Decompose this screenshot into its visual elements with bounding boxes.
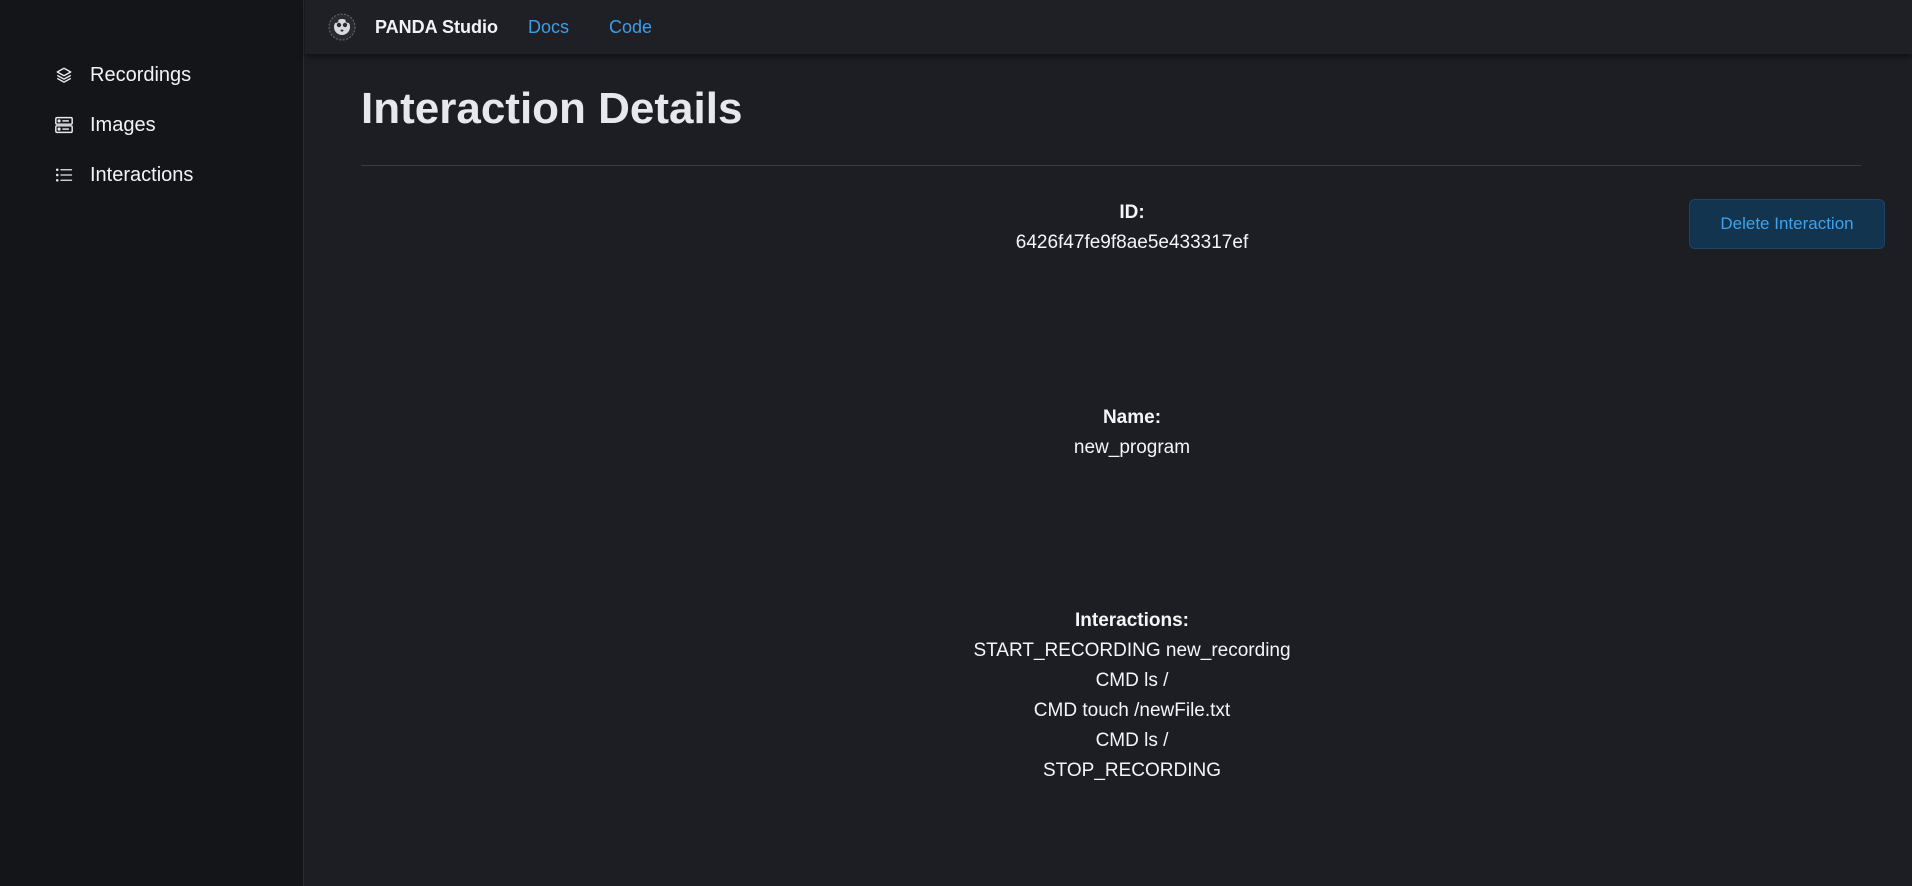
interaction-line: CMD ls /	[1095, 730, 1169, 751]
id-label: ID:	[1119, 202, 1145, 223]
name-field: Name: new_program	[632, 403, 1632, 463]
sidebar: Recordings Images Interactions	[0, 0, 304, 886]
sidebar-item-interactions[interactable]: Interactions	[0, 150, 303, 200]
sidebar-item-label: Images	[90, 113, 156, 136]
interaction-line: STOP_RECORDING	[1042, 760, 1222, 781]
list-icon	[54, 165, 74, 185]
interaction-line: CMD touch /newFile.txt	[1033, 700, 1231, 721]
top-header: PANDA Studio Docs Code	[305, 0, 1912, 54]
interactions-label: Interactions:	[1074, 610, 1190, 631]
layers-icon	[54, 65, 74, 85]
sidebar-item-images[interactable]: Images	[0, 100, 303, 150]
interaction-line: CMD ls /	[1095, 670, 1169, 691]
panda-logo-icon[interactable]	[327, 12, 357, 42]
name-value: new_program	[1073, 437, 1191, 458]
brand-name[interactable]: PANDA Studio	[375, 17, 498, 38]
docs-link[interactable]: Docs	[528, 17, 569, 38]
name-label: Name:	[1102, 407, 1162, 428]
delete-interaction-button[interactable]: Delete Interaction	[1689, 199, 1885, 249]
interactions-field: Interactions: START_RECORDING new_record…	[632, 606, 1632, 786]
sidebar-item-label: Recordings	[90, 63, 192, 86]
sidebar-item-label: Interactions	[90, 163, 194, 186]
id-field: ID: 6426f47fe9f8ae5e433317ef	[632, 198, 1632, 258]
code-link[interactable]: Code	[609, 17, 652, 38]
title-divider	[361, 165, 1861, 166]
server-icon	[54, 115, 74, 135]
sidebar-item-recordings[interactable]: Recordings	[0, 50, 303, 100]
page-title: Interaction Details	[361, 84, 743, 133]
interaction-line: START_RECORDING new_recording	[973, 640, 1291, 661]
main-content: Interaction Details Delete Interaction I…	[305, 54, 1912, 886]
id-value: 6426f47fe9f8ae5e433317ef	[1015, 232, 1249, 253]
